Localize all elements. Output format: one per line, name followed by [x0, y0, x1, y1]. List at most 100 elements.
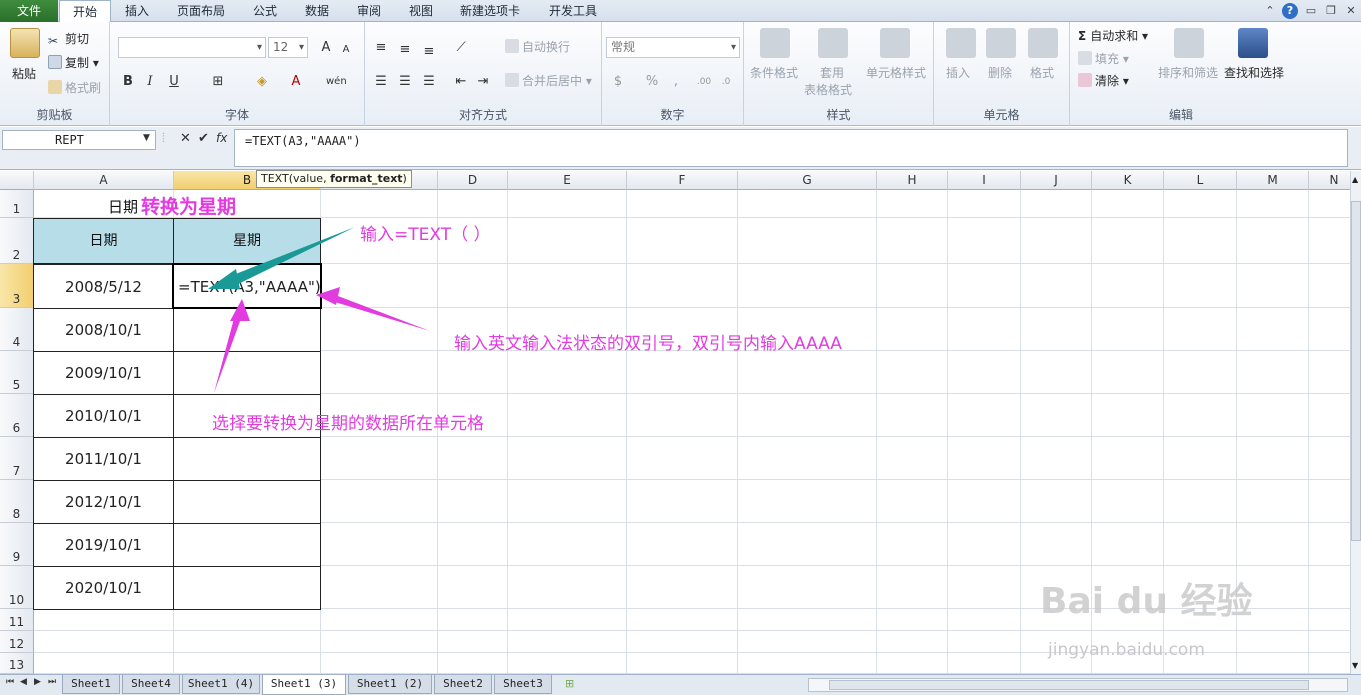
vertical-scroll-thumb[interactable]	[1351, 201, 1361, 541]
sheet-tab[interactable]: Sheet1	[62, 675, 120, 694]
tooltip-format-text-arg[interactable]: format_text	[330, 172, 402, 185]
orientation-icon[interactable]: ⟋	[451, 38, 471, 58]
merge-center-button[interactable]: 合并后居中 ▾	[505, 72, 592, 90]
tab-view[interactable]: 视图	[400, 0, 442, 22]
horizontal-scroll-thumb[interactable]	[829, 680, 1309, 690]
copy-button[interactable]: 复制 ▾	[48, 54, 99, 72]
align-left-icon[interactable]: ☰	[371, 72, 391, 92]
sheet-tab[interactable]: Sheet1 (4)	[182, 675, 260, 694]
last-sheet-icon[interactable]: ⏭	[48, 677, 56, 687]
sheet-tab[interactable]: Sheet4	[122, 675, 180, 694]
paste-icon[interactable]	[10, 28, 40, 58]
increase-decimal-icon[interactable]: .00	[694, 72, 714, 92]
cancel-icon[interactable]: ✕	[180, 131, 191, 146]
cell-styles-icon[interactable]	[880, 28, 910, 58]
tab-home[interactable]: 开始	[59, 0, 111, 23]
group-alignment: ≡ ≡ ≡ ⟋ 自动换行 ☰ ☰ ☰ ⇤ ⇥ 合并后居中 ▾ 对齐方式	[365, 22, 602, 126]
tab-review[interactable]: 审阅	[348, 0, 390, 22]
fill-color-icon[interactable]: ◈	[252, 72, 272, 92]
table-format-icon[interactable]	[818, 28, 848, 58]
cut-button[interactable]: ✂ 剪切	[48, 30, 89, 48]
teal-arrow-shaft	[228, 227, 355, 287]
align-middle-icon[interactable]: ≡	[395, 40, 415, 60]
shrink-font-icon[interactable]: A	[336, 40, 356, 60]
increase-indent-icon[interactable]: ⇥	[473, 72, 493, 92]
horizontal-scrollbar[interactable]	[808, 678, 1348, 692]
formula-input[interactable]: =TEXT(A3,"AAAA")	[234, 129, 1348, 167]
next-sheet-icon[interactable]: ▶	[34, 677, 41, 687]
minimize-icon[interactable]: ▭	[1303, 3, 1319, 19]
sheet-tab[interactable]: Sheet1 (3)	[262, 675, 346, 695]
annotation-select-cell: 选择要转换为星期的数据所在单元格	[212, 414, 484, 434]
binoculars-icon[interactable]	[1238, 28, 1268, 58]
help-icon[interactable]: ?	[1282, 3, 1298, 19]
first-sheet-icon[interactable]: ⏮	[6, 677, 14, 687]
bold-button[interactable]: B	[118, 72, 138, 92]
tab-developer[interactable]: 开发工具	[540, 0, 606, 22]
decrease-indent-icon[interactable]: ⇤	[451, 72, 471, 92]
sheet-tab[interactable]: Sheet1 (2)	[348, 675, 432, 694]
align-bottom-icon[interactable]: ≡	[419, 42, 439, 62]
autosum-button[interactable]: Σ 自动求和 ▾	[1078, 27, 1148, 45]
ribbon: 粘贴 ✂剪切 复制 ▾ 格式刷 剪贴板 12 A A B I U ⊞ ◈ A w…	[0, 22, 1361, 126]
name-box[interactable]: REPT	[2, 130, 156, 150]
comma-icon[interactable]: ,	[666, 72, 686, 92]
number-format-select[interactable]: 常规	[606, 37, 740, 58]
tab-formulas[interactable]: 公式	[244, 0, 286, 22]
close-icon[interactable]: ✕	[1343, 3, 1359, 19]
group-title-cells: 单元格	[983, 108, 1020, 122]
delete-cells-button[interactable]: 删除	[988, 64, 1012, 82]
name-box-dropdown-icon[interactable]: ▼	[143, 133, 150, 143]
vertical-scrollbar[interactable]: ▲ ▼	[1350, 171, 1361, 674]
phonetic-icon[interactable]: wén	[326, 72, 347, 92]
scroll-up-icon[interactable]: ▲	[1352, 175, 1358, 184]
restore-icon[interactable]: ❐	[1323, 3, 1339, 19]
paste-button[interactable]: 粘贴	[12, 65, 36, 83]
font-size-select[interactable]: 12	[268, 37, 308, 58]
font-color-icon[interactable]: A	[286, 72, 306, 92]
enter-icon[interactable]: ✔	[198, 131, 209, 146]
insert-function-button[interactable]: fx	[216, 131, 227, 145]
delete-cells-icon[interactable]	[986, 28, 1016, 58]
grow-font-icon[interactable]: A	[316, 38, 336, 58]
format-cells-icon[interactable]	[1028, 28, 1058, 58]
sort-filter-button[interactable]: 排序和筛选	[1158, 64, 1218, 82]
font-family-select[interactable]	[118, 37, 266, 58]
conditional-format-icon[interactable]	[760, 28, 790, 58]
insert-sheet-icon[interactable]: ⊞	[565, 677, 574, 690]
italic-button[interactable]: I	[140, 72, 160, 92]
border-icon[interactable]: ⊞	[208, 72, 228, 92]
sheet-tab[interactable]: Sheet2	[434, 675, 492, 694]
currency-icon[interactable]: $	[608, 72, 628, 92]
wrap-text-button[interactable]: 自动换行	[505, 38, 570, 56]
decrease-decimal-icon[interactable]: .0	[716, 72, 736, 92]
eraser-icon	[1078, 73, 1092, 87]
find-select-button[interactable]: 查找和选择	[1224, 64, 1284, 82]
cell-styles-button[interactable]: 单元格样式	[866, 64, 926, 82]
clear-button[interactable]: 清除 ▾	[1078, 72, 1129, 90]
format-painter-button[interactable]: 格式刷	[48, 79, 101, 97]
tab-file[interactable]: 文件	[0, 0, 58, 22]
align-right-icon[interactable]: ☰	[419, 72, 439, 92]
percent-icon[interactable]: %	[642, 72, 662, 92]
baidu-watermark-logo: Bai du 经验	[1040, 581, 1253, 622]
format-cells-button[interactable]: 格式	[1030, 64, 1054, 82]
align-top-icon[interactable]: ≡	[371, 38, 391, 58]
tab-insert[interactable]: 插入	[116, 0, 158, 22]
align-center-icon[interactable]: ☰	[395, 72, 415, 92]
tab-new[interactable]: 新建选项卡	[452, 0, 528, 22]
tab-page-layout[interactable]: 页面布局	[170, 0, 232, 22]
sort-filter-icon[interactable]	[1174, 28, 1204, 58]
format-table-button[interactable]: 套用	[820, 64, 844, 82]
conditional-format-button[interactable]: 条件格式	[750, 64, 798, 82]
prev-sheet-icon[interactable]: ◀	[20, 677, 27, 687]
underline-button[interactable]: U	[164, 72, 184, 92]
tab-data[interactable]: 数据	[296, 0, 338, 22]
fill-button[interactable]: 填充 ▾	[1078, 50, 1129, 68]
insert-cells-button[interactable]: 插入	[946, 64, 970, 82]
sheet-tab[interactable]: Sheet3	[494, 675, 552, 694]
insert-cells-icon[interactable]	[946, 28, 976, 58]
ribbon-collapse-icon[interactable]: ⌃	[1262, 3, 1278, 19]
scroll-down-icon[interactable]: ▼	[1352, 661, 1358, 670]
format-table-button-line2: 表格格式	[804, 83, 853, 97]
